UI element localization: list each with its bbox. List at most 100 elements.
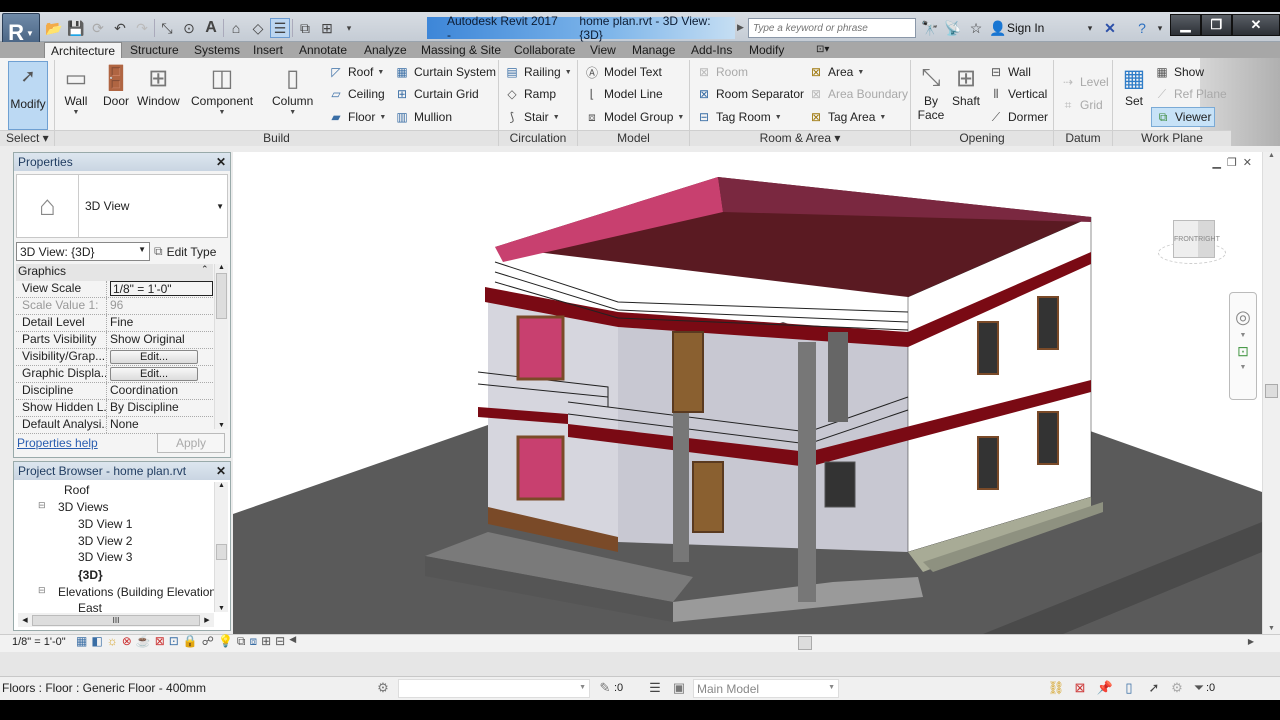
property-value[interactable]: Fine (107, 315, 213, 331)
shadows-icon[interactable]: ⊗ (122, 634, 132, 649)
collapse-icon[interactable]: ⊟ (38, 500, 46, 511)
close-button[interactable]: ✕ (1231, 14, 1280, 36)
undo-icon[interactable]: ↶ (110, 18, 130, 38)
background-process-icon[interactable]: ⚙ (1168, 680, 1186, 696)
vertical-opening-button[interactable]: ⫴ Vertical (988, 84, 1047, 104)
view-hscrollbar[interactable]: ▶ (360, 636, 1260, 650)
wall-opening-button[interactable]: ⊟ Wall (988, 62, 1031, 82)
tree-item-3d-view-3[interactable]: 3D View 3 (76, 550, 134, 564)
worksets-icon[interactable]: ⚙ (374, 680, 392, 696)
scroll-thumb[interactable]: III (32, 614, 200, 626)
search-expand-icon[interactable]: ▶ (737, 22, 744, 33)
scroll-thumb[interactable] (216, 544, 227, 560)
sun-path-icon[interactable]: ☼ (107, 634, 118, 649)
redo-icon[interactable]: ↷ (132, 18, 152, 38)
tab-view[interactable]: View (584, 42, 622, 58)
mullion-button[interactable]: ▥ Mullion (394, 107, 452, 127)
scroll-left-icon[interactable]: ◀ (18, 616, 32, 624)
3d-view-icon[interactable]: ⌂ (226, 18, 246, 38)
view-restore-icon[interactable]: ❐ (1227, 156, 1237, 169)
edit-type-button[interactable]: ⧉ Edit Type (154, 242, 216, 261)
tree-item-3d-view-1[interactable]: 3D View 1 (78, 517, 132, 531)
viewcube[interactable]: FRONT RIGHT (1158, 212, 1228, 272)
close-icon[interactable]: ✕ (216, 155, 226, 169)
user-icon[interactable]: 👤 (988, 18, 1008, 38)
viewcube-box[interactable]: FRONT RIGHT (1173, 220, 1220, 258)
rendering-icon[interactable]: ☕ (136, 634, 151, 649)
tag-room-button[interactable]: ⊟ Tag Room ▼ (696, 107, 782, 127)
opening-by-face-button[interactable]: ⤡ By Face (915, 62, 947, 122)
exchange-apps-icon[interactable]: ✕ (1100, 18, 1120, 38)
lock-3d-view-icon[interactable]: 🔒 (183, 634, 198, 649)
select-underlay-icon[interactable]: ⊠ (1071, 680, 1089, 696)
tab-massing-site[interactable]: Massing & Site (415, 42, 507, 58)
view-scale-input[interactable]: 1/8" = 1'-0" (107, 281, 213, 297)
area-boundary-button[interactable]: ⊠ Area Boundary (808, 84, 908, 104)
temporary-view-properties-icon[interactable]: ⧉ (237, 634, 246, 649)
scroll-thumb[interactable] (798, 636, 812, 650)
grid-button[interactable]: ⌗ Grid (1060, 95, 1103, 115)
show-work-plane-button[interactable]: ▦ Show (1154, 62, 1204, 82)
save-icon[interactable]: 💾 (66, 18, 86, 38)
select-by-face-icon[interactable]: ▯ (1120, 680, 1138, 696)
tab-collaborate[interactable]: Collaborate (508, 42, 581, 58)
room-separator-button[interactable]: ⊠ Room Separator (696, 84, 804, 104)
view-close-icon[interactable]: ✕ (1243, 156, 1252, 169)
area-button[interactable]: ⊠ Area ▼ (808, 62, 864, 82)
favorites-icon[interactable]: ☆ (966, 18, 986, 38)
set-work-plane-button[interactable]: ▦ Set (1118, 62, 1150, 109)
tab-annotate[interactable]: Annotate (293, 42, 353, 58)
scroll-right-icon[interactable]: ▶ (1248, 637, 1254, 646)
scroll-up-icon[interactable]: ▲ (215, 482, 228, 489)
browser-vscrollbar[interactable]: ▲ ▼ (214, 482, 228, 612)
close-icon[interactable]: ✕ (216, 464, 226, 478)
customize-icon[interactable]: ▾ (339, 18, 359, 38)
show-crop-region-icon[interactable]: ⊡ (169, 634, 179, 649)
design-option-selector[interactable]: Main Model ▼ (693, 679, 839, 698)
instance-selector[interactable]: 3D View: {3D} ▼ (16, 242, 150, 261)
modify-button[interactable]: ➚ Modify (8, 61, 48, 130)
column-button[interactable]: ▯ Column ▼ (272, 62, 313, 117)
temporary-hide-icon[interactable]: ☍ (202, 634, 214, 649)
window-button[interactable]: ⊞ Window (137, 62, 180, 109)
type-selector[interactable]: ⌂ 3D View ▼ (16, 174, 228, 238)
chevron-down-icon[interactable]: ▾ (1150, 18, 1170, 38)
chevron-down-icon[interactable]: ▼ (1240, 332, 1247, 339)
viewcube-front-face[interactable]: FRONT (1174, 236, 1198, 243)
zoom-region-icon[interactable]: ⊡ (1237, 343, 1249, 360)
model-text-button[interactable]: Ⓐ Model Text (584, 62, 662, 82)
tree-item-roof[interactable]: Roof (64, 483, 89, 497)
shaft-button[interactable]: ⊞ Shaft (950, 62, 982, 109)
help-icon[interactable]: ? (1132, 18, 1152, 38)
component-button[interactable]: ◫ Component ▼ (191, 62, 253, 117)
tab-insert[interactable]: Insert (247, 42, 289, 58)
view-vscrollbar[interactable]: ▲ ▼ (1262, 152, 1280, 634)
reveal-hidden-icon[interactable]: 💡 (218, 634, 233, 649)
analytical-model-icon[interactable]: ⧈ (249, 634, 257, 649)
minimize-button[interactable]: ▁ (1170, 14, 1201, 36)
view-scale-value[interactable]: 1/8" = 1'-0" (110, 281, 213, 296)
properties-scrollbar[interactable]: ▲ ▼ (214, 264, 228, 429)
property-value[interactable]: Show Original (107, 332, 213, 348)
thin-lines-icon[interactable]: ☰ (270, 18, 290, 38)
scroll-up-icon[interactable]: ▲ (1263, 152, 1280, 159)
scroll-down-icon[interactable]: ▼ (215, 422, 228, 429)
binoculars-icon[interactable]: 🔭 (920, 18, 940, 38)
restore-button[interactable]: ❐ (1200, 14, 1232, 36)
highlight-displacement-icon[interactable]: ⊞ (261, 634, 271, 649)
detail-level-icon[interactable]: ▦ (76, 634, 87, 649)
scroll-down-icon[interactable]: ▼ (1263, 625, 1280, 632)
door-button[interactable]: 🚪 Door (100, 62, 132, 109)
tag-area-button[interactable]: ⊠ Tag Area ▼ (808, 107, 886, 127)
visibility-edit-button[interactable]: Edit... (110, 350, 198, 364)
subscription-icon[interactable]: 📡 (943, 18, 963, 38)
scroll-left-icon[interactable]: ◀ (289, 634, 296, 649)
view-scale-button[interactable]: 1/8" = 1'-0" (12, 636, 66, 648)
wall-button[interactable]: ▭ Wall ▼ (60, 62, 92, 117)
viewcube-right-face[interactable]: RIGHT (1198, 236, 1220, 243)
curtain-grid-button[interactable]: ⊞ Curtain Grid (394, 84, 479, 104)
scroll-up-icon[interactable]: ▲ (215, 264, 228, 271)
graphic-display-edit-button[interactable]: Edit... (110, 367, 198, 381)
chevron-down-icon[interactable]: ▾ (1080, 18, 1100, 38)
property-value[interactable]: None (107, 417, 213, 433)
